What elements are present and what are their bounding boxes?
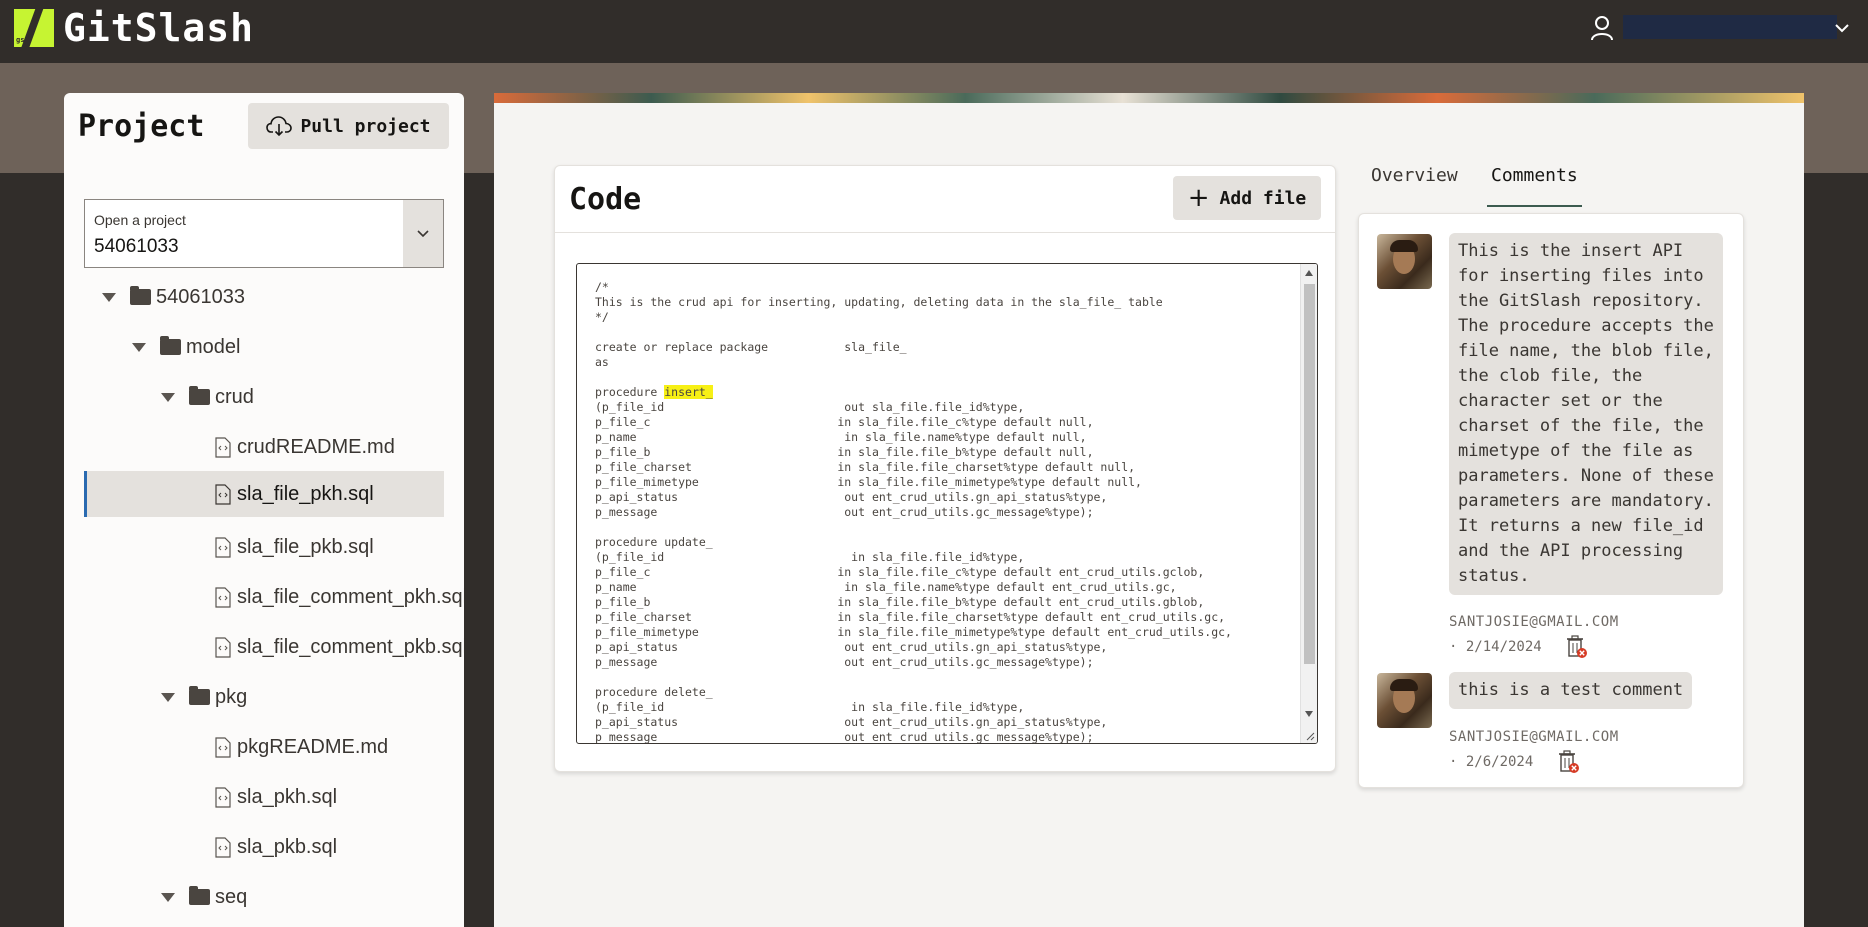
code-content[interactable]: /* This is the crud api for inserting, u… — [595, 280, 1232, 744]
tree-folder-54061033[interactable]: 54061033 — [102, 274, 245, 320]
tree-folder-seq[interactable]: seq — [161, 874, 247, 920]
expand-arrow-icon[interactable] — [161, 392, 175, 402]
project-select[interactable]: Open a project 54061033 — [84, 199, 444, 268]
expand-arrow-icon[interactable] — [161, 692, 175, 702]
sidebar-title: Project — [78, 109, 205, 144]
tree-folder-pkg[interactable]: pkg — [161, 674, 247, 720]
tree-file-sla-file-pkh[interactable]: sla_file_pkh.sql — [84, 471, 444, 517]
tree-folder-label: pkg — [215, 685, 248, 708]
tree-file-sla-file-pkb[interactable]: sla_file_pkb.sql — [215, 524, 374, 570]
delete-comment-icon[interactable] — [1566, 635, 1588, 659]
pull-project-button[interactable]: Pull project — [248, 103, 449, 149]
comment-author-email: SANTJOSIE@GMAIL.COM — [1449, 614, 1619, 630]
expand-arrow-icon[interactable] — [132, 342, 146, 352]
project-select-toggle[interactable] — [403, 199, 444, 268]
avatar-hair — [1390, 240, 1418, 252]
tree-folder-label: seq — [215, 885, 248, 908]
tree-file-label: sla_file_comment_pkb.sql — [237, 635, 464, 658]
tree-folder-model[interactable]: model — [132, 324, 240, 370]
file-icon — [215, 836, 231, 858]
folder-icon — [160, 336, 181, 355]
project-select-value[interactable]: 54061033 — [94, 236, 179, 258]
scroll-up-arrow-icon[interactable] — [1305, 270, 1313, 276]
tree-file-sla-file-comment-pkh[interactable]: sla_file_comment_pkh.sql — [215, 574, 464, 620]
folder-icon — [189, 686, 210, 705]
folder-icon — [130, 286, 151, 305]
code-scrollbar[interactable] — [1300, 264, 1317, 743]
plus-icon: + — [1187, 183, 1210, 213]
divider — [555, 232, 1335, 233]
project-sidebar: Project Pull project Open a project 5406… — [64, 93, 464, 927]
tree-folder-crud[interactable]: crud — [161, 374, 254, 420]
tree-file-label: sla_pkh.sql — [237, 785, 338, 808]
tab-comments[interactable]: Comments — [1487, 165, 1582, 207]
avatar — [1377, 673, 1432, 728]
code-text-after: (p_file_id out sla_file.file_id%type, p_… — [595, 400, 1232, 744]
file-icon — [215, 586, 231, 608]
file-icon — [215, 786, 231, 808]
tree-file-sla-pkb[interactable]: sla_pkb.sql — [215, 824, 337, 870]
folder-icon — [189, 886, 210, 905]
scroll-down-arrow-icon[interactable] — [1305, 711, 1313, 717]
pull-project-label: Pull project — [300, 115, 431, 137]
code-highlight: insert_ — [664, 385, 713, 399]
file-icon — [215, 483, 231, 505]
brand-name[interactable]: GitSlash — [63, 6, 254, 50]
user-icon[interactable] — [1590, 15, 1614, 41]
code-text-before: /* This is the crud api for inserting, u… — [595, 280, 1163, 399]
tab-overview[interactable]: Overview — [1371, 165, 1458, 207]
main-content: Code + Add file /* This is the crud api … — [494, 93, 1804, 927]
avatar — [1377, 234, 1432, 289]
tree-file-label: sla_file_comment_pkh.sql — [237, 585, 464, 608]
logo-mark: gs — [16, 36, 25, 44]
avatar-hair — [1390, 679, 1418, 691]
code-card: Code + Add file /* This is the crud api … — [554, 165, 1336, 772]
file-icon — [215, 636, 231, 658]
add-file-label: Add file — [1219, 187, 1307, 209]
expand-arrow-icon[interactable] — [161, 892, 175, 902]
tree-file-sla-file-comment-pkb[interactable]: sla_file_comment_pkb.sql — [215, 624, 464, 670]
tree-file-label: pkgREADME.md — [237, 735, 389, 758]
code-title: Code — [569, 182, 642, 217]
add-file-button[interactable]: + Add file — [1173, 176, 1321, 220]
comment-text: This is the insert API for inserting fil… — [1449, 233, 1723, 595]
comment-author-email: SANTJOSIE@GMAIL.COM — [1449, 729, 1619, 745]
user-menu-select[interactable] — [1623, 15, 1837, 39]
tree-file-label: sla_pkb.sql — [237, 835, 338, 858]
scroll-thumb[interactable] — [1304, 284, 1315, 664]
comment-text: this is a test comment — [1449, 672, 1693, 709]
logo-icon[interactable]: gs — [14, 7, 54, 51]
app-header: gs GitSlash — [0, 0, 1868, 63]
tree-folder-label: model — [186, 335, 241, 358]
file-icon — [215, 536, 231, 558]
tree-file-label: crudREADME.md — [237, 435, 395, 458]
code-editor[interactable]: /* This is the crud api for inserting, u… — [576, 263, 1318, 744]
tree-file-crudreadme[interactable]: crudREADME.md — [215, 424, 395, 470]
expand-arrow-icon[interactable] — [102, 292, 116, 302]
tree-file-pkgreadme[interactable]: pkgREADME.md — [215, 724, 388, 770]
cloud-download-icon — [266, 116, 293, 137]
comment-date: · 2/14/2024 — [1449, 639, 1542, 655]
logo-slash — [19, 7, 45, 51]
comments-panel: This is the insert API for inserting fil… — [1358, 213, 1744, 788]
tree-file-label: sla_file_pkb.sql — [237, 535, 374, 558]
tree-folder-label: crud — [215, 385, 254, 408]
tree-file-sla-pkh[interactable]: sla_pkh.sql — [215, 774, 337, 820]
folder-icon — [189, 386, 210, 405]
comment-date: · 2/6/2024 — [1449, 754, 1534, 770]
chevron-down-icon[interactable] — [1832, 18, 1852, 38]
file-icon — [215, 436, 231, 458]
tree-file-label: sla_file_pkh.sql — [237, 482, 374, 505]
delete-comment-icon[interactable] — [1558, 750, 1580, 774]
project-select-label: Open a project — [94, 212, 186, 228]
tree-folder-label: 54061033 — [156, 285, 245, 308]
decorative-banner-strip — [494, 93, 1804, 103]
resize-grip-icon[interactable] — [1305, 731, 1315, 741]
file-icon — [215, 736, 231, 758]
chevron-down-icon — [417, 229, 429, 237]
